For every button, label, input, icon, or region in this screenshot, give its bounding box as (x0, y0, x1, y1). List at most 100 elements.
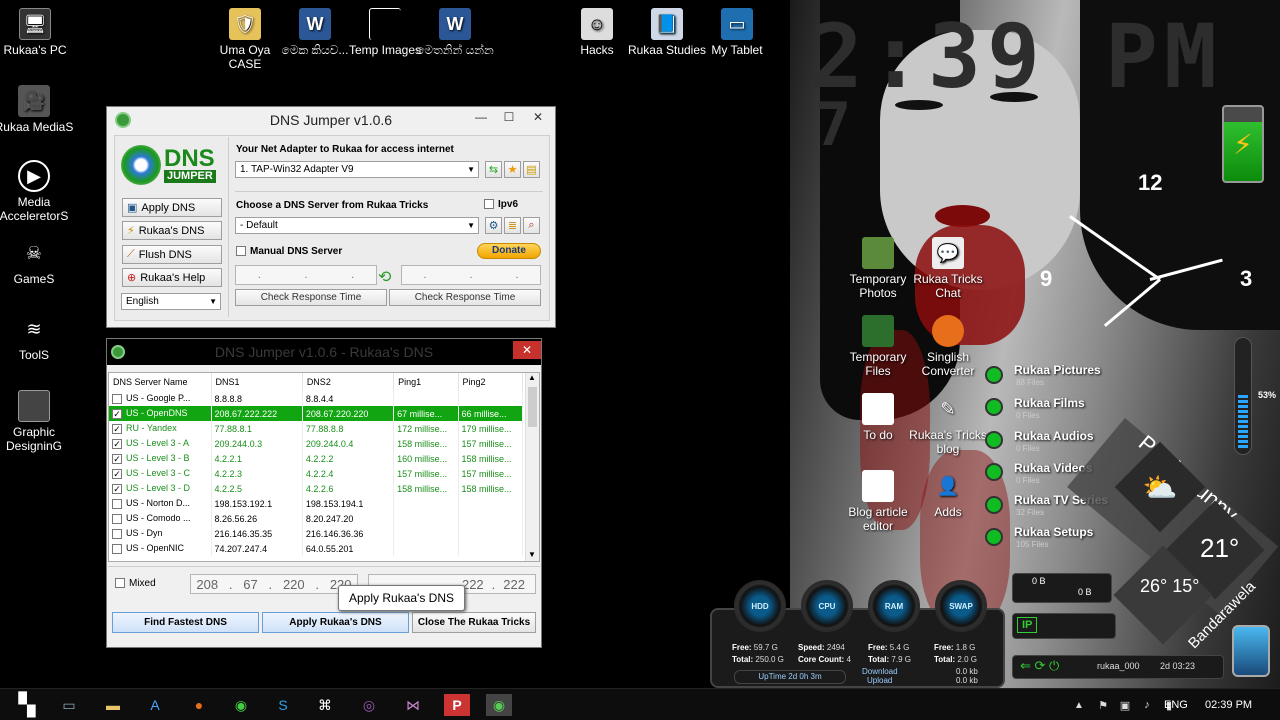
apply-dns-button[interactable]: ▣ Apply DNS (122, 198, 222, 217)
scroll-down-icon[interactable]: ▼ (528, 550, 536, 559)
close-button[interactable]: ✕ (513, 341, 541, 359)
desktop-icon-my-tablet[interactable]: ▭ My Tablet (697, 8, 777, 57)
desktop-icon-adds[interactable]: 👤 Adds (908, 470, 988, 519)
check-response-1-button[interactable]: Check Response Time (235, 289, 387, 306)
desktop-icon-tools[interactable]: ≋ ToolS (0, 313, 74, 362)
library-item[interactable]: Rukaa Audios (1014, 429, 1094, 443)
close-rukaa-tricks-button[interactable]: Close The Rukaa Tricks (412, 612, 536, 633)
recycle-bin-icon[interactable] (1232, 625, 1270, 677)
column-header[interactable]: Ping1 (393, 373, 459, 391)
desktop-icon-rukaa-chat[interactable]: 💬 Rukaa Tricks Chat (908, 237, 988, 300)
ipv6-checkbox[interactable]: Ipv6 (484, 199, 518, 210)
check-response-2-button[interactable]: Check Response Time (389, 289, 541, 306)
desktop-icon-accelerator[interactable]: ▶ Media AcceleretorS (0, 160, 74, 223)
visual-studio-icon[interactable]: ⋈ (400, 694, 426, 716)
desktop-icon-temp-photos[interactable]: Temporary Photos (838, 237, 918, 300)
desktop-icon-methanin[interactable]: W මෙතනින් යන්න (415, 8, 495, 57)
dns1-ip-field[interactable]: 208. 67. 220. 220 (190, 574, 358, 594)
apply-rukaas-dns-button[interactable]: Apply Rukaa's DNS (262, 612, 409, 633)
rukaas-dns-button[interactable]: ⚡ Rukaa's DNS (122, 221, 222, 240)
minimize-button[interactable]: — (467, 107, 495, 127)
manual-dns-checkbox[interactable]: Manual DNS Server (236, 246, 342, 257)
donate-button[interactable]: Donate (477, 243, 541, 259)
favorite-button[interactable]: ★ (504, 161, 521, 178)
column-header[interactable]: DNS2 (302, 373, 395, 391)
table-row[interactable]: US - Norton D... 198.153.192.1 198.153.194… (109, 496, 524, 511)
adapter-select[interactable]: 1. TAP-Win32 Adapter V9 ▼ (235, 161, 479, 178)
find-fastest-button[interactable]: Find Fastest DNS (112, 612, 259, 633)
manual-dns1-input[interactable]: ... (235, 265, 377, 285)
maximize-button[interactable]: ☐ (495, 107, 523, 127)
table-row[interactable]: ✓ US - OpenDNS 208.67.222.222 208.67.220.22… (109, 406, 524, 421)
table-row[interactable]: ✓ RU - Yandex 77.88.8.1 77.88.8.8 172 millis… (109, 421, 524, 436)
table-row[interactable]: US - OpenNIC 74.207.247.4 64.0.55.201 (109, 541, 524, 556)
column-header[interactable]: DNS Server Name (109, 373, 212, 391)
firefox-icon[interactable]: ● (186, 694, 212, 716)
settings-button[interactable]: ⚙ (485, 217, 502, 234)
table-row[interactable]: US - Google P... 8.8.8.8 8.8.4.4 (109, 391, 524, 406)
library-item[interactable]: Rukaa Pictures (1014, 363, 1101, 377)
refresh-adapter-button[interactable]: ⇆ (485, 161, 502, 178)
table-row[interactable]: ✓ US - Level 3 - D 4.2.2.5 4.2.2.6 158 milli… (109, 481, 524, 496)
desktop-icon-games[interactable]: ☠ GameS (0, 237, 74, 286)
column-header[interactable]: DNS1 (211, 373, 303, 391)
row-checkbox[interactable] (112, 498, 122, 509)
flush-dns-button[interactable]: ⟋ Flush DNS (122, 245, 222, 264)
rukaas-help-button[interactable]: ⊕ Rukaa's Help (122, 268, 222, 287)
desktop-icon-uma-oya[interactable]: 🛡 Uma Oya CASE (205, 8, 285, 71)
monitor-button[interactable]: ▤ (523, 161, 540, 178)
table-row[interactable]: US - Dyn 216.146.35.35 216.146.36.36 (109, 526, 524, 541)
column-header[interactable]: Ping2 (458, 373, 524, 391)
start-icon[interactable]: ▚ (14, 692, 40, 717)
row-checkbox[interactable]: ✓ (112, 423, 122, 434)
explorer-icon[interactable]: ▭ (56, 694, 82, 716)
desktop-icon-rukaa-studies[interactable]: 📘 Rukaa Studies (627, 8, 707, 57)
mixed-checkbox[interactable]: Mixed (115, 578, 156, 589)
skype-icon[interactable]: S (270, 694, 296, 716)
desktop-icon-temp-images[interactable]: Temp Images (345, 8, 425, 57)
chrome-icon[interactable]: ◉ (228, 694, 254, 716)
scroll-up-icon[interactable]: ▲ (528, 373, 536, 382)
folder-icon[interactable]: ▬ (100, 694, 126, 716)
desktop-icon-temp-files[interactable]: Temporary Files (838, 315, 918, 378)
desktop-icon-singlish[interactable]: Singlish Converter (908, 315, 988, 378)
row-checkbox[interactable]: ✓ (112, 438, 122, 449)
desktop-icon-rukaas-pc[interactable]: 🖥 Rukaa's PC (0, 8, 75, 57)
library-item[interactable]: Rukaa Setups (1014, 525, 1093, 539)
desktop-icon-media[interactable]: 🎥 Rukaa MediaS (0, 85, 74, 134)
row-checkbox[interactable]: ✓ (112, 468, 122, 479)
tray-chevron-icon[interactable]: ▲ (1066, 694, 1092, 716)
row-checkbox[interactable]: ✓ (112, 483, 122, 494)
dns-server-select[interactable]: - Default ▼ (235, 217, 479, 234)
viber-icon[interactable]: ◎ (356, 694, 382, 716)
powerpoint-icon[interactable]: P (444, 694, 470, 716)
search-button[interactable]: ⌕ (523, 217, 540, 234)
language-select[interactable]: English ▼ (121, 293, 221, 310)
table-row[interactable]: US - Comodo ... 8.26.56.26 8.20.247.20 (109, 511, 524, 526)
scrollbar[interactable]: ▲ ▼ (525, 373, 539, 561)
taskbar-clock[interactable]: 02:39 PM (1205, 699, 1252, 711)
row-checkbox[interactable]: ✓ (112, 408, 122, 419)
table-row[interactable]: ✓ US - Level 3 - A 209.244.0.3 209.244.0.4 1… (109, 436, 524, 451)
desktop-icon-tricks-blog[interactable]: ✎ Rukaa's Tricks blog (908, 393, 988, 456)
row-checkbox[interactable]: ✓ (112, 453, 122, 464)
volume-bar[interactable] (1234, 337, 1252, 455)
network-icon[interactable]: ⌘ (312, 694, 338, 716)
desktop-icon-todo[interactable]: To do (838, 393, 918, 442)
list-title-bar[interactable]: DNS Jumper v1.0.6 - Rukaa's DNS ✕ (107, 339, 541, 365)
row-checkbox[interactable] (112, 513, 122, 524)
language-indicator[interactable]: ENG (1164, 699, 1188, 711)
swap-icon[interactable]: ⟲ (378, 267, 391, 287)
store-icon[interactable]: A (142, 694, 168, 716)
table-row[interactable]: ✓ US - Level 3 - B 4.2.2.1 4.2.2.2 160 milli… (109, 451, 524, 466)
scroll-thumb[interactable] (528, 387, 537, 427)
row-checkbox[interactable] (112, 528, 122, 539)
manual-dns2-input[interactable]: ... (401, 265, 541, 285)
desktop-icon-blog-editor[interactable]: Blog article editor (838, 470, 918, 533)
row-checkbox[interactable] (112, 543, 122, 554)
close-button[interactable]: ✕ (523, 107, 553, 127)
library-item[interactable]: Rukaa Films (1014, 396, 1085, 410)
desktop-icon-hacks[interactable]: ☺ Hacks (557, 8, 637, 57)
desktop-icon-graphic[interactable]: Graphic DesigninG (0, 390, 74, 453)
power-icons[interactable]: ⇐ ⟳ ⏻ (1020, 658, 1059, 674)
